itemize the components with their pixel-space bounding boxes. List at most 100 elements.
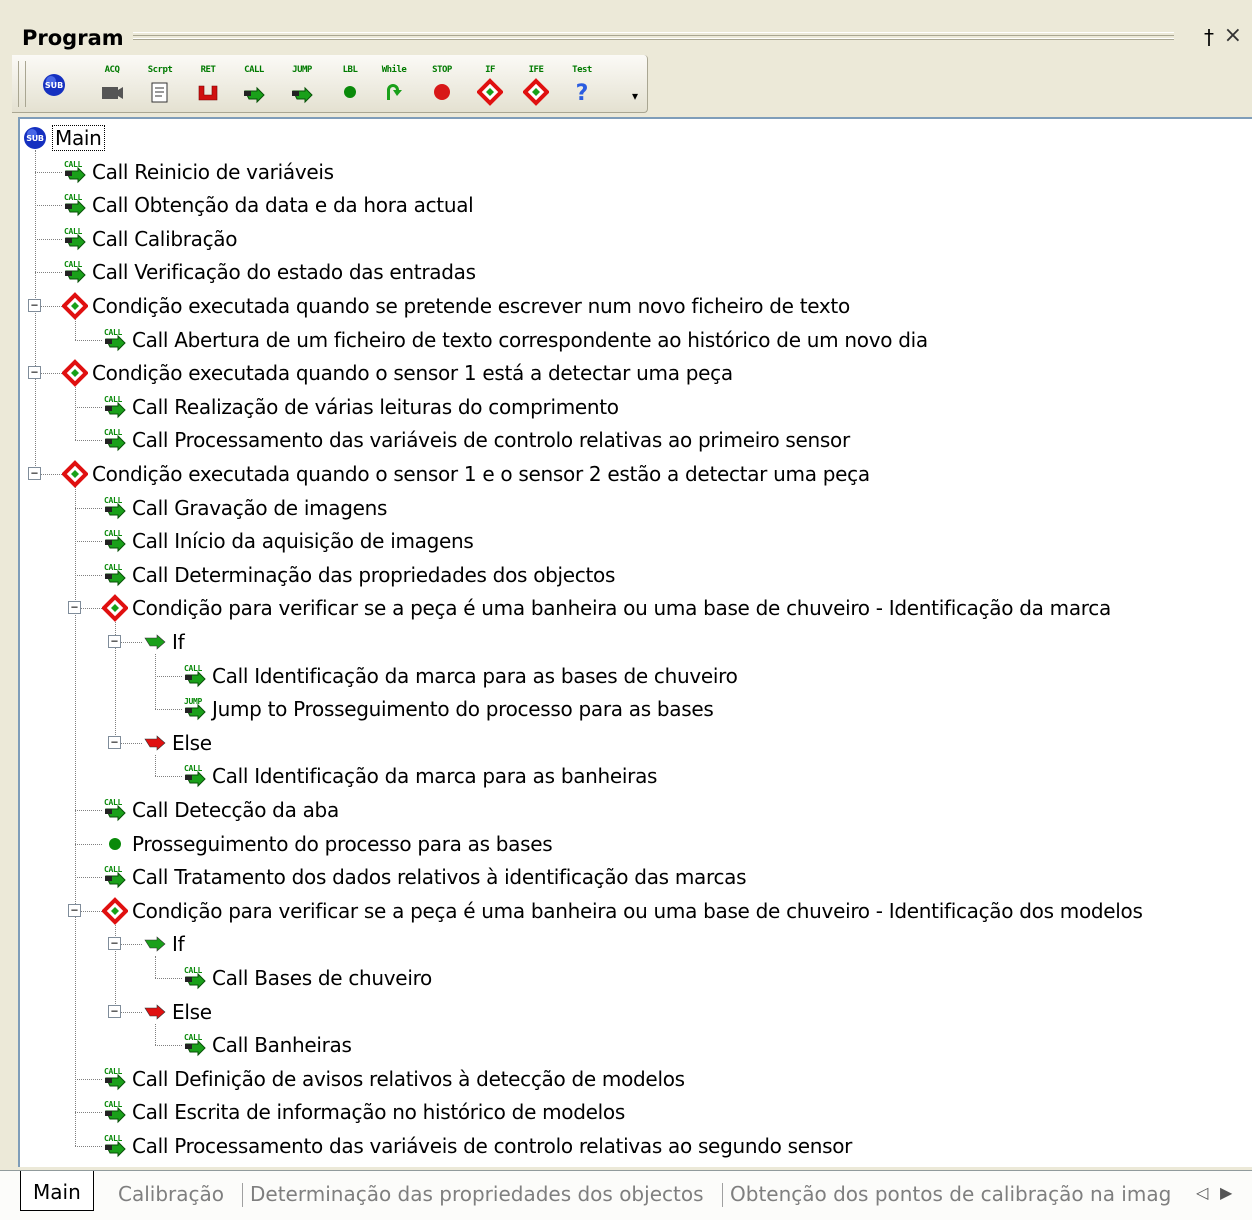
tree-node[interactable]: CALL Call Abertura de um ficheiro de text… [102,325,928,355]
tree-node[interactable]: Else [142,728,212,758]
toolbar-button-test[interactable]: Test? [562,63,602,107]
toolbar-button-if[interactable]: IF [470,63,510,107]
tree-guide-line [75,810,102,811]
tree-node[interactable]: If [142,929,185,959]
tree-node[interactable]: Prosseguimento do processo para as bases [102,829,553,859]
tree-node[interactable]: CALL Call Realização de várias leituras d… [102,392,619,422]
titlebar-grip[interactable] [133,32,1174,40]
svg-text:CALL: CALL [184,664,203,673]
svg-text:CALL: CALL [104,1100,123,1109]
tree-node[interactable]: CALL Call Processamento das variáveis de … [102,1131,852,1161]
svg-text:CALL: CALL [64,260,83,269]
tree-node[interactable]: CALL Call Gravação de imagens [102,493,387,523]
tree-node[interactable]: CALL Call Escrita de informação no histór… [102,1097,625,1127]
tree-node[interactable]: CALL Call Definição de avisos relativos à… [102,1064,685,1094]
if-icon [62,460,88,488]
toolbar-button-ife[interactable]: IFE [516,63,556,107]
tree-node-label: Call Escrita de informação no histórico … [132,1100,625,1125]
tree-node-label: Call Tratamento dos dados relativos à id… [132,865,747,890]
call-icon: CALL [104,1100,126,1124]
toolbar-button-jump[interactable]: JUMP [282,63,322,107]
toolbar-drag-handle[interactable] [18,61,26,107]
tree-collapse-button[interactable]: − [68,601,81,615]
tree-node[interactable]: CALL Call Identificação da marca para as … [182,761,657,791]
tree-node[interactable]: Else [142,997,212,1027]
tree-collapse-button[interactable]: − [108,1004,121,1018]
tree-collapse-button[interactable]: − [108,635,121,648]
toolbar-button-ret[interactable]: RET [188,63,228,107]
tree-node-label: Call Processamento das variáveis de cont… [132,428,850,453]
if-icon [102,896,128,925]
tab-1[interactable]: Calibração [118,1177,224,1211]
tree-node[interactable]: Condição para verificar se a peça é uma … [102,593,1111,623]
tree-guide-line [75,385,76,441]
toolbar-button-scrpt[interactable]: Scrpt [140,63,180,107]
tab-2[interactable]: Determinação das propriedades dos object… [250,1177,704,1211]
question-icon: ? [576,81,589,106]
tab-0[interactable]: Main [20,1171,94,1211]
call-icon: CALL [104,798,126,822]
stop-icon [434,84,450,100]
toolbar-button-lbl[interactable]: LBL [330,63,370,107]
toolbar-button-call[interactable]: CALL [234,63,274,107]
call-icon: CALL [104,1134,126,1158]
while-loop-icon [387,84,402,100]
tree-node[interactable]: CALL Call Tratamento dos dados relativos … [102,862,747,892]
pin-icon[interactable]: † [1204,25,1214,49]
tree-node-label: Call Definição de avisos relativos à det… [132,1066,685,1091]
tab-scroll-left-icon[interactable]: ◁ [1196,1183,1208,1202]
svg-text:CALL: CALL [104,1067,123,1076]
program-tree[interactable]: SUB Main CALL Call Reinicio de variáveis CAL… [18,117,1252,1167]
svg-text:SUB: SUB [45,81,63,90]
tree-node[interactable]: CALL Call Processamento das variáveis de … [102,425,850,455]
tree-node[interactable]: CALL Call Verificação do estado das entra… [62,257,476,287]
tree-node[interactable]: CALL Call Determinação das propriedades d… [102,560,615,590]
tree-node[interactable]: CALL Call Obtenção da data e da hora actu… [62,190,474,220]
tree-node-label: If [172,630,185,654]
tree-node-label: Call Determinação das propriedades dos o… [132,562,616,587]
tree-node[interactable]: Condição executada quando se pretende es… [62,291,850,321]
tree-node[interactable]: If [142,627,185,657]
call-icon: CALL [104,529,126,553]
if-branch-icon [144,634,166,650]
else-branch-icon [144,1003,166,1020]
tree-node[interactable]: CALL Call Calibração [62,224,238,254]
tree-guide-line [155,1045,182,1047]
tree-node-label: Call Verificação do estado das entradas [92,260,476,285]
tree-collapse-button[interactable]: − [28,467,41,480]
tree-node[interactable]: JUMP Jump to Prosseguimento do processo p… [182,694,714,724]
tree-guide-line [155,754,156,777]
tree-collapse-button[interactable]: − [68,903,81,917]
tree-node[interactable]: CALL Call Identificação da marca para as … [182,661,738,691]
close-icon[interactable]: × [1224,23,1242,48]
tree-node[interactable]: CALL Call Reinicio de variáveis [62,157,334,187]
tree-node[interactable]: CALL Call Detecção da aba [102,795,339,825]
toolbar-button-sub[interactable]: SUB [34,63,74,107]
toolbar-button-label: CALL [244,65,264,75]
tree-node-label: Call Gravação de imagens [132,495,388,520]
toolbar-button-stop[interactable]: STOP [422,63,462,107]
panel-titlebar: Program † × [0,20,1252,54]
toolbar-overflow-chevron-icon[interactable]: ▾ [632,89,638,103]
tree-guide-line [75,574,102,576]
tree-node-label: Condição executada quando o sensor 1 est… [92,361,733,386]
tree-node[interactable]: Condição para verificar se a peça é uma … [102,896,1143,926]
tree-node[interactable]: CALL Call Bases de chuveiro [182,963,432,993]
tree-collapse-button[interactable]: − [108,937,121,951]
tree-node[interactable]: Condição executada quando o sensor 1 e o… [62,459,870,489]
tree-collapse-button[interactable]: − [28,299,41,312]
tree-guide-line [75,1112,102,1114]
tree-node[interactable]: Condição executada quando o sensor 1 est… [62,358,733,388]
tree-collapse-button[interactable]: − [28,366,41,380]
toolbar-button-while[interactable]: While [374,63,414,107]
tab-3[interactable]: Obtenção dos pontos de calibração na ima… [730,1177,1171,1211]
tree-root-node[interactable]: SUB Main [22,123,105,153]
tree-collapse-button[interactable]: − [108,735,121,749]
tree-guide-line [75,318,76,340]
tab-scroll-right-icon[interactable]: ▶ [1220,1183,1232,1202]
tree-node[interactable]: CALL Call Início da aquisição de imagens [102,526,474,556]
tree-node[interactable]: CALL Call Banheiras [182,1030,352,1060]
script-icon [151,82,168,103]
toolbar-button-acq[interactable]: ACQ [92,63,132,107]
tree-guide-line [155,978,182,979]
